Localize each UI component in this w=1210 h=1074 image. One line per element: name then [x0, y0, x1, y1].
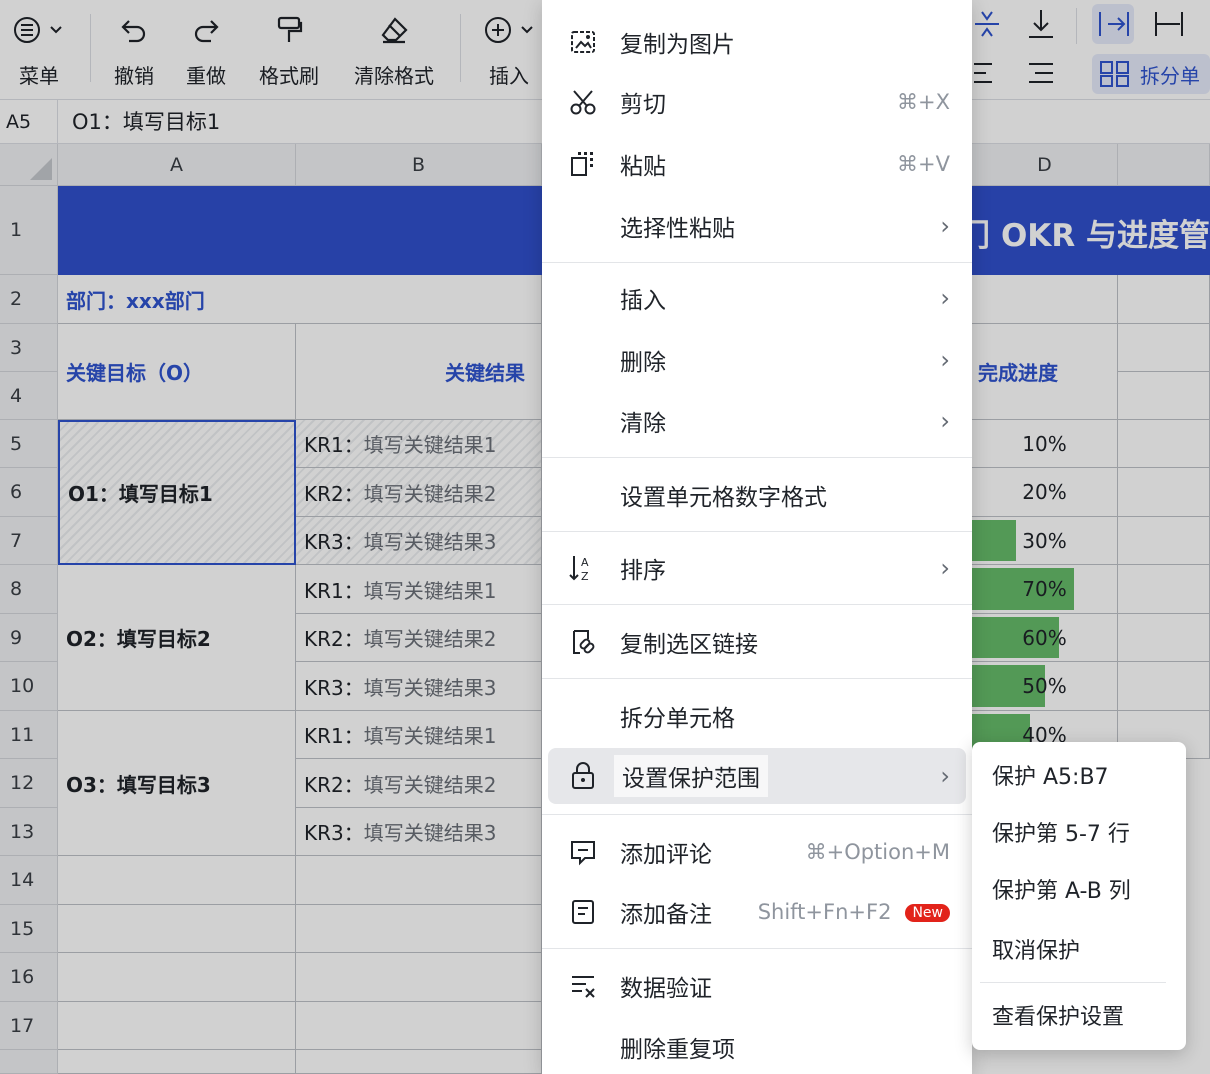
- submenu-divider: [980, 982, 1166, 983]
- menu-item-label: 拆分单元格: [620, 706, 735, 732]
- menu-item-label: 删除重复项: [620, 1037, 735, 1063]
- note-icon: [568, 897, 598, 927]
- new-badge: New: [905, 904, 950, 922]
- spreadsheet-app: 菜单 撤销 重做 格式刷 清除格式 插入 拆分单 A5 O1：填写目标1 A B…: [0, 0, 1210, 1074]
- menu-divider: [542, 948, 972, 949]
- svg-text:A: A: [581, 556, 589, 569]
- menu-item-label: 数据验证: [620, 976, 712, 1002]
- menu-item-label: 插入: [620, 288, 666, 314]
- menu-item-number-format[interactable]: 设置单元格数字格式: [542, 467, 972, 523]
- paste-icon: [568, 149, 598, 179]
- data-validation-icon: [568, 971, 598, 1001]
- menu-item-label: 设置保护范围: [614, 755, 768, 797]
- chevron-right-icon: ›: [940, 284, 950, 312]
- svg-text:Z: Z: [581, 570, 589, 583]
- menu-item-protect-range[interactable]: 设置保护范围 ›: [548, 748, 966, 804]
- protect-range-submenu: 保护 A5:B7 保护第 5-7 行 保护第 A-B 列 取消保护 查看保护设置: [972, 742, 1186, 1050]
- menu-item-label: 排序: [620, 558, 666, 584]
- chevron-right-icon: ›: [940, 346, 950, 374]
- submenu-item-protect-cols[interactable]: 保护第 A-B 列: [980, 860, 1166, 918]
- chevron-right-icon: ›: [940, 762, 950, 790]
- chevron-right-icon: ›: [940, 212, 950, 240]
- menu-divider: [542, 457, 972, 458]
- context-menu: 复制为图片 剪切 ⌘+X 粘贴 ⌘+V 选择性粘贴 › 插入 › 删除 › 清除…: [542, 0, 972, 1074]
- image-icon: [568, 27, 598, 57]
- menu-item-label: 添加备注: [620, 902, 712, 928]
- menu-item-paste[interactable]: 粘贴 ⌘+V: [542, 136, 972, 192]
- shortcut-text: Shift+Fn+F2: [757, 900, 892, 924]
- menu-item-remove-duplicates[interactable]: 删除重复项: [542, 1019, 972, 1074]
- menu-item-insert[interactable]: 插入 ›: [542, 270, 972, 326]
- menu-item-label: 剪切: [620, 92, 666, 118]
- menu-item-sort[interactable]: AZ 排序 ›: [542, 540, 972, 596]
- menu-item-label: 复制选区链接: [620, 632, 758, 658]
- menu-item-cut[interactable]: 剪切 ⌘+X: [542, 74, 972, 130]
- menu-item-delete[interactable]: 删除 ›: [542, 332, 972, 388]
- menu-item-copy-as-image[interactable]: 复制为图片: [542, 14, 972, 70]
- menu-item-add-note[interactable]: 添加备注 Shift+Fn+F2 New: [542, 884, 972, 940]
- chevron-right-icon: ›: [940, 407, 950, 435]
- menu-item-label: 粘贴: [620, 154, 666, 180]
- scissors-icon: [568, 87, 598, 117]
- submenu-item-view-settings[interactable]: 查看保护设置: [980, 986, 1166, 1044]
- menu-item-clear[interactable]: 清除 ›: [542, 393, 972, 449]
- menu-item-label: 清除: [620, 411, 666, 437]
- menu-divider: [542, 604, 972, 605]
- menu-item-label: 复制为图片: [620, 32, 735, 58]
- menu-divider: [542, 262, 972, 263]
- menu-item-split-cells[interactable]: 拆分单元格: [542, 688, 972, 744]
- menu-item-data-validation[interactable]: 数据验证: [542, 958, 972, 1014]
- shortcut-text: ⌘+X: [897, 90, 950, 114]
- submenu-item-protect-rows[interactable]: 保护第 5-7 行: [980, 803, 1166, 861]
- shortcut-text: ⌘+V: [897, 152, 950, 176]
- shortcut-text: ⌘+Option+M: [805, 840, 950, 864]
- comment-icon: [568, 837, 598, 867]
- menu-divider: [542, 678, 972, 679]
- menu-divider: [542, 531, 972, 532]
- submenu-item-protect-range[interactable]: 保护 A5:B7: [980, 746, 1166, 804]
- link-icon: [568, 627, 598, 657]
- menu-item-label: 添加评论: [620, 842, 712, 868]
- shortcut-text: Shift+Fn+F2 New: [758, 900, 950, 924]
- menu-item-label: 选择性粘贴: [620, 216, 735, 242]
- submenu-item-unprotect[interactable]: 取消保护: [980, 920, 1166, 978]
- lock-icon: [568, 761, 598, 791]
- menu-item-add-comment[interactable]: 添加评论 ⌘+Option+M: [542, 824, 972, 880]
- chevron-right-icon: ›: [940, 554, 950, 582]
- menu-item-copy-link[interactable]: 复制选区链接: [542, 614, 972, 670]
- menu-item-paste-special[interactable]: 选择性粘贴 ›: [542, 198, 972, 254]
- menu-divider: [542, 814, 972, 815]
- menu-item-label: 删除: [620, 350, 666, 376]
- menu-item-label: 设置单元格数字格式: [620, 485, 827, 511]
- sort-az-icon: AZ: [568, 553, 598, 583]
